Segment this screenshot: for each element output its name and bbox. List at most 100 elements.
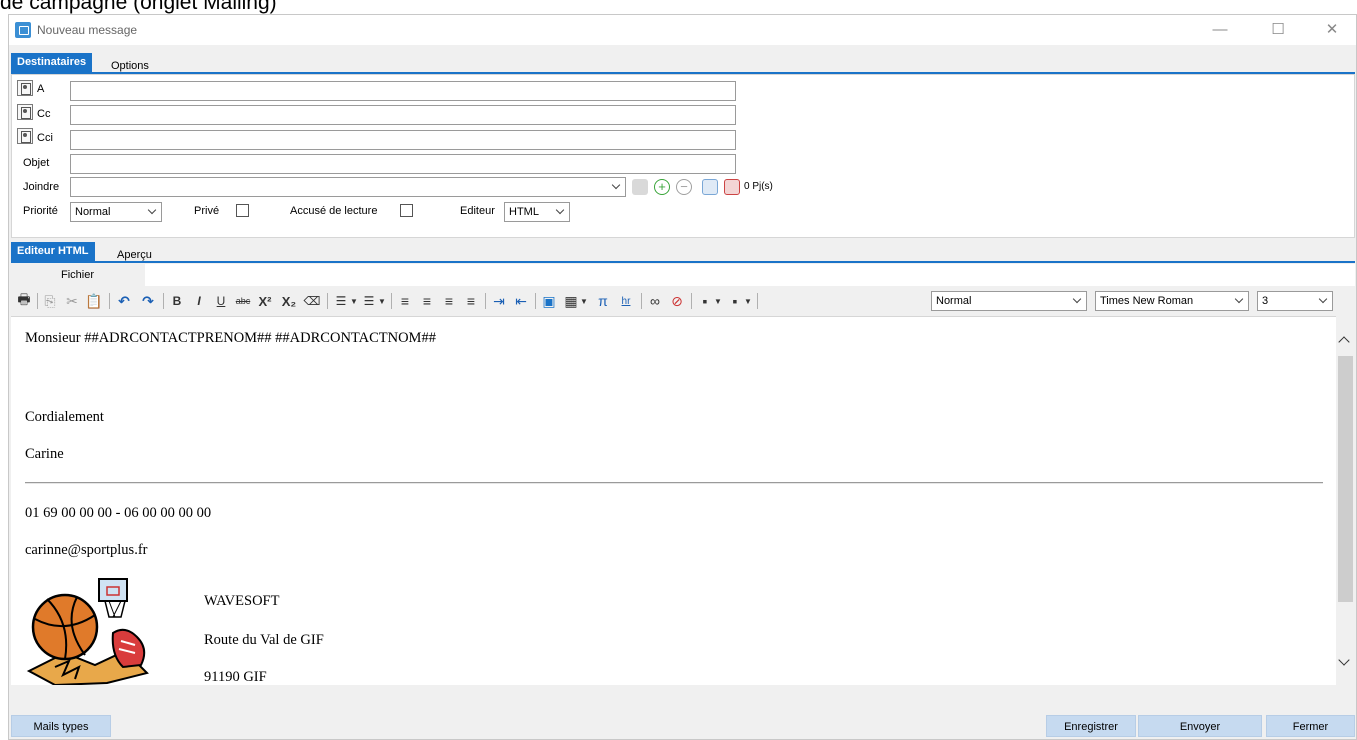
bcc-contacts-button[interactable] xyxy=(17,128,33,144)
to-field[interactable] xyxy=(70,81,736,101)
chevron-down-icon[interactable]: ▼ xyxy=(743,291,753,311)
print-icon[interactable]: 🖶 xyxy=(15,291,33,311)
menu-fichier[interactable]: Fichier xyxy=(61,269,94,281)
outdent-icon[interactable]: ⇤ xyxy=(513,291,529,311)
title-bar[interactable]: Nouveau message — ☐ ✕ xyxy=(9,15,1356,45)
italic-icon[interactable]: I xyxy=(191,291,207,311)
toolbar-separator xyxy=(37,293,38,309)
cut-icon[interactable]: ✂ xyxy=(63,291,81,311)
formula-icon[interactable]: π xyxy=(595,291,611,311)
chevron-down-icon[interactable]: ▼ xyxy=(579,291,589,311)
format-toolbar: 🖶 ⎘ ✂ 📋 ↶ ↷ B I U abc X² X₂ ⌫ ☰ ▼ ☰ ▼ ≡ … xyxy=(11,288,1355,314)
read-receipt-label: Accusé de lecture xyxy=(290,205,378,217)
cc-field[interactable] xyxy=(70,105,736,125)
chevron-down-icon[interactable]: ▼ xyxy=(377,291,387,311)
to-contacts-button[interactable] xyxy=(17,80,33,96)
link-icon[interactable]: ∞ xyxy=(647,291,663,311)
font-size-select[interactable]: 3 xyxy=(1257,291,1333,311)
priority-label: Priorité xyxy=(23,205,58,217)
bold-icon[interactable]: B xyxy=(169,291,185,311)
print-attachment-icon[interactable] xyxy=(724,179,740,195)
indent-icon[interactable]: ⇥ xyxy=(491,291,507,311)
redo-icon[interactable]: ↷ xyxy=(139,291,157,311)
underline-icon[interactable]: U xyxy=(213,291,229,311)
remove-attachment-icon[interactable]: − xyxy=(676,179,692,195)
image-icon[interactable]: ▣ xyxy=(541,291,557,311)
private-label: Privé xyxy=(194,205,220,217)
chevron-down-icon xyxy=(1318,294,1328,304)
toolbar-separator xyxy=(641,293,642,309)
screen: de campagne (onglet Mailing) Nouveau mes… xyxy=(0,0,1357,740)
recipients-panel: A Cc Cci Objet Joindre + − 0 Pj(s) Prior… xyxy=(11,74,1355,238)
attach-combo[interactable] xyxy=(70,177,626,197)
editor-tab-underline xyxy=(11,261,1355,263)
subscript-icon[interactable]: X₂ xyxy=(279,291,299,311)
align-left-icon[interactable]: ≡ xyxy=(397,291,413,311)
send-button[interactable]: Envoyer xyxy=(1138,715,1262,737)
chevron-down-icon[interactable]: ▼ xyxy=(349,291,359,311)
window-title: Nouveau message xyxy=(37,23,138,37)
tab-destinataires[interactable]: Destinataires xyxy=(11,53,93,73)
to-label: A xyxy=(37,83,45,95)
editor-type-select[interactable]: HTML xyxy=(504,202,570,222)
cc-label: Cc xyxy=(37,108,51,120)
font-value: Times New Roman xyxy=(1100,295,1194,307)
chevron-down-icon xyxy=(555,205,565,215)
close-window-button[interactable]: ✕ xyxy=(1309,19,1355,41)
private-checkbox[interactable] xyxy=(236,204,249,217)
toolbar-separator xyxy=(757,293,758,309)
bcc-field[interactable] xyxy=(70,130,736,150)
font-select[interactable]: Times New Roman xyxy=(1095,291,1249,311)
scroll-down-icon[interactable] xyxy=(1338,654,1350,666)
unlink-icon[interactable]: ⊘ xyxy=(669,291,685,311)
justify-icon[interactable]: ≡ xyxy=(463,291,479,311)
chevron-down-icon[interactable]: ▼ xyxy=(713,291,723,311)
undo-icon[interactable]: ↶ xyxy=(115,291,133,311)
font-size-value: 3 xyxy=(1262,295,1269,307)
scroll-up-icon[interactable] xyxy=(1338,336,1350,348)
editor-body[interactable]: Monsieur ##ADRCONTACTPRENOM## ##ADRCONTA… xyxy=(11,316,1336,687)
close-button[interactable]: Fermer xyxy=(1266,715,1355,737)
row-properties-icon[interactable]: ▪ xyxy=(727,291,743,311)
app-icon xyxy=(15,22,31,38)
maximize-button[interactable]: ☐ xyxy=(1255,19,1301,41)
signature-divider xyxy=(25,482,1323,484)
scroll-thumb[interactable] xyxy=(1338,356,1353,602)
editor-type-value: HTML xyxy=(509,206,539,218)
toolbar-separator xyxy=(163,293,164,309)
horizontal-rule-icon[interactable]: hr xyxy=(617,291,635,311)
chevron-down-icon xyxy=(1072,294,1082,304)
align-center-icon[interactable]: ≡ xyxy=(419,291,435,311)
style-select[interactable]: Normal xyxy=(931,291,1087,311)
cell-properties-icon[interactable]: ▪ xyxy=(697,291,713,311)
strikethrough-icon[interactable]: abc xyxy=(233,291,253,311)
cc-contacts-button[interactable] xyxy=(17,104,33,120)
priority-value: Normal xyxy=(75,206,111,218)
chart-attachment-icon[interactable] xyxy=(702,179,718,195)
chevron-down-icon xyxy=(147,205,157,215)
read-receipt-checkbox[interactable] xyxy=(400,204,413,217)
tab-editeur-html[interactable]: Editeur HTML xyxy=(11,242,95,262)
attach-folder-icon[interactable] xyxy=(632,179,648,195)
minimize-button[interactable]: — xyxy=(1197,19,1243,41)
unordered-list-icon[interactable]: ☰ xyxy=(361,291,377,311)
priority-select[interactable]: Normal xyxy=(70,202,162,222)
superscript-icon[interactable]: X² xyxy=(255,291,275,311)
toolbar-separator xyxy=(109,293,110,309)
copy-icon[interactable]: ⎘ xyxy=(41,291,59,311)
greeting-line: Monsieur ##ADRCONTACTPRENOM## ##ADRCONTA… xyxy=(25,330,436,346)
toolbar-separator xyxy=(691,293,692,309)
align-right-icon[interactable]: ≡ xyxy=(441,291,457,311)
editor-scrollbar[interactable] xyxy=(1336,316,1355,685)
eraser-icon[interactable]: ⌫ xyxy=(303,291,321,311)
bcc-label: Cci xyxy=(37,132,53,144)
table-icon[interactable]: ▦ xyxy=(563,291,579,311)
save-button[interactable]: Enregistrer xyxy=(1046,715,1136,737)
mail-templates-button[interactable]: Mails types xyxy=(11,715,111,737)
paste-icon[interactable]: 📋 xyxy=(85,291,103,311)
ordered-list-icon[interactable]: ☰ xyxy=(333,291,349,311)
subject-field[interactable] xyxy=(70,154,736,174)
sender-name: Carine xyxy=(25,446,64,462)
add-attachment-icon[interactable]: + xyxy=(654,179,670,195)
toolbar-separator xyxy=(535,293,536,309)
